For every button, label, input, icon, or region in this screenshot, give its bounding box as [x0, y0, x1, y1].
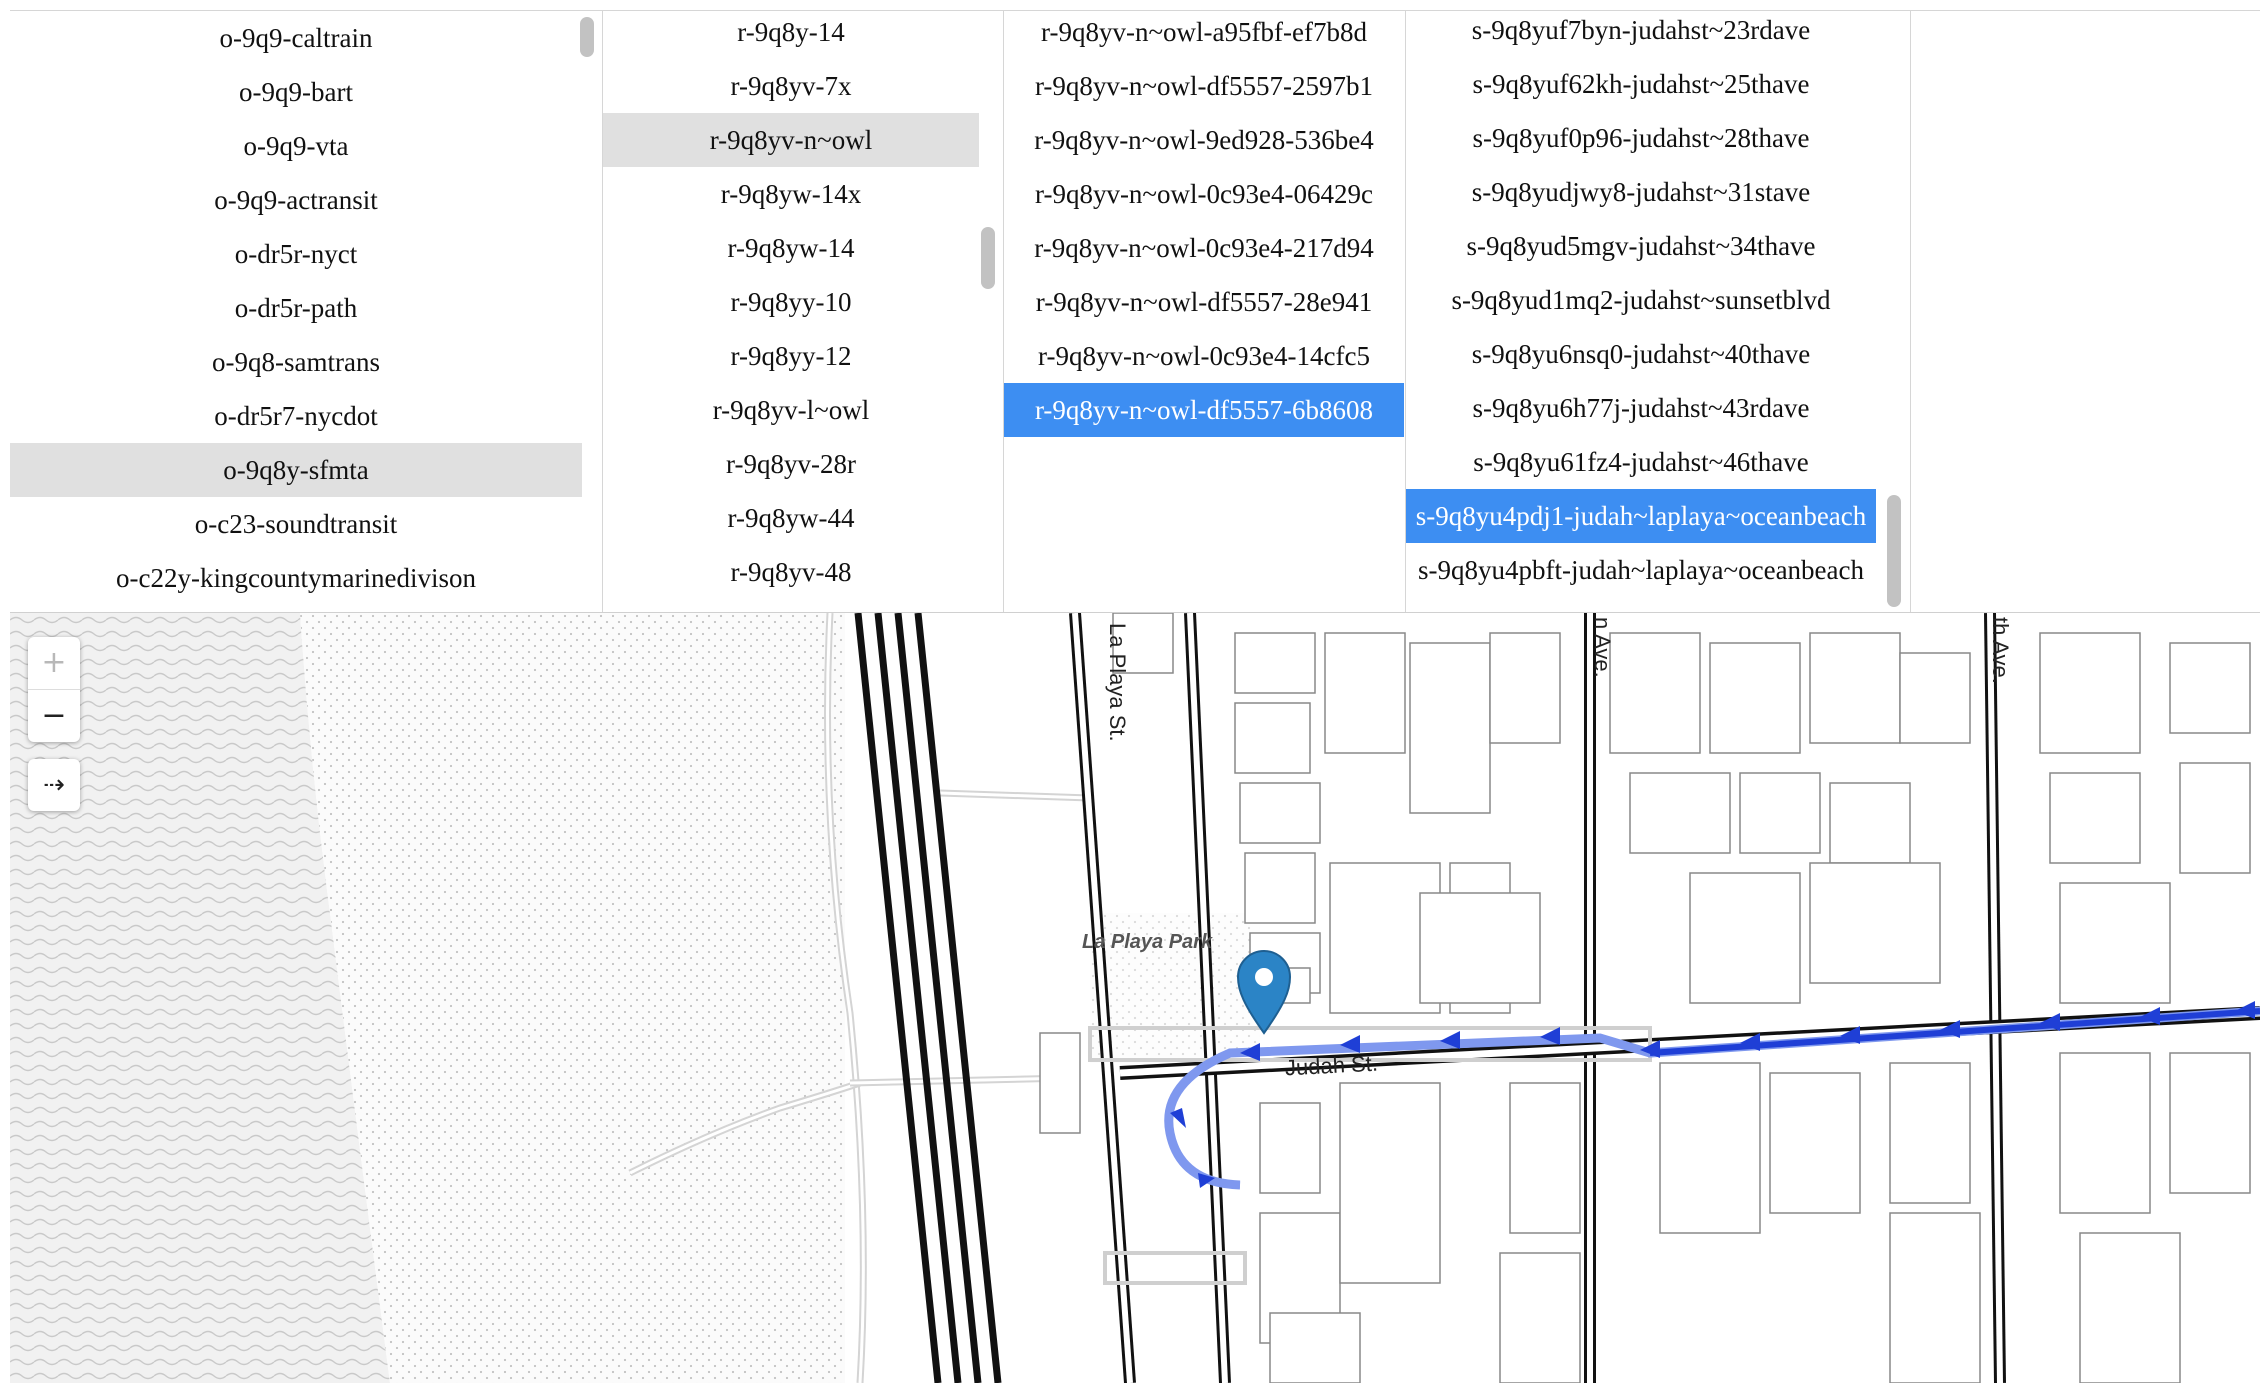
operators-item[interactable]: o-9q9-vta — [10, 119, 582, 173]
route-stop-patterns-item[interactable]: r-9q8yv-n~owl-0c93e4-14cfc5 — [1004, 329, 1404, 383]
routes-item[interactable]: r-9q8yv-28r — [603, 437, 979, 491]
stops-item[interactable]: s-9q8yudjwy8-judahst~31stave — [1406, 165, 1876, 219]
operators-item[interactable]: o-dr5r-path — [10, 281, 582, 335]
operators-item[interactable]: o-dr5r7-nycdot — [10, 389, 582, 443]
route-stop-patterns-item[interactable]: r-9q8yv-n~owl-df5557-6b8608 — [1004, 383, 1404, 437]
stops-item[interactable]: s-9q8yu4pdj1-judah~laplaya~oceanbeach — [1406, 489, 1876, 543]
stops-item[interactable]: s-9q8yuf62kh-judahst~25thave — [1406, 57, 1876, 111]
routes-item[interactable]: r-9q8yw-14 — [603, 221, 979, 275]
route-toggle-button[interactable]: ⇢ — [28, 759, 80, 811]
routes-item[interactable]: r-9q8yy-10 — [603, 275, 979, 329]
stops-item[interactable]: s-9q8yu4pbft-judah~laplaya~oceanbeach — [1406, 543, 1876, 597]
la-playa-street-label: La Playa St. — [1105, 623, 1130, 742]
operators-item[interactable]: o-9q8-samtrans — [10, 335, 582, 389]
operators-item[interactable]: o-9q9-bart — [10, 65, 582, 119]
zoom-in-button[interactable]: + — [28, 637, 80, 689]
zoom-out-button[interactable]: − — [28, 689, 80, 742]
routes-item[interactable]: r-9q8yv-48 — [603, 545, 979, 599]
column-browser: o-9q9-caltrain o-9q9-bart o-9q9-vta o-9q9-a… — [10, 10, 2260, 613]
operators-item[interactable]: o-9q9-actransit — [10, 173, 582, 227]
route-toggle-control: ⇢ — [28, 759, 80, 811]
routes-item[interactable]: r-9q8yv-7x — [603, 59, 979, 113]
routes-item[interactable]: r-9q8yv-l~owl — [603, 383, 979, 437]
stops-item[interactable]: s-9q8yu61fz4-judahst~46thave — [1406, 435, 1876, 489]
routes-item[interactable]: r-9q8y-14 — [603, 11, 979, 59]
routes-item[interactable]: r-9q8yy-12 — [603, 329, 979, 383]
route-stop-patterns-item[interactable]: r-9q8yv-n~owl-0c93e4-217d94 — [1004, 221, 1404, 275]
stops-column: s-9q8yuf7byn-judahst~23rdave s-9q8yuf62kh… — [1406, 11, 1876, 613]
stops-scrollbar[interactable] — [1887, 495, 1901, 607]
operators-item[interactable]: o-dr5r-nyct — [10, 227, 582, 281]
operators-item[interactable]: o-9q8y-sfmta — [10, 443, 582, 497]
routes-scrollbar[interactable] — [981, 227, 995, 289]
zoom-control: + − — [28, 637, 80, 742]
map-view[interactable]: La Playa Park Judah St. La Playa St. n A… — [10, 612, 2260, 1383]
stops-item[interactable]: s-9q8yuf7byn-judahst~23rdave — [1406, 11, 1876, 57]
routes-item[interactable]: r-9q8yw-44 — [603, 491, 979, 545]
park-label: La Playa Park — [1082, 931, 1213, 953]
avenue-label-b: th Ave. — [1988, 617, 2013, 684]
stops-item[interactable]: s-9q8yuf0p96-judahst~28thave — [1406, 111, 1876, 165]
route-stop-patterns-item[interactable]: r-9q8yv-n~owl-df5557-28e941 — [1004, 275, 1404, 329]
stops-item[interactable]: s-9q8yu6h77j-judahst~43rdave — [1406, 381, 1876, 435]
routes-column: r-9q8y-14 r-9q8yv-7x r-9q8yv-n~owl r-9q8yw-… — [603, 11, 979, 613]
routes-item[interactable]: r-9q8yw-14x — [603, 167, 979, 221]
operators-scrollbar[interactable] — [580, 17, 594, 57]
operators-column: o-9q9-caltrain o-9q9-bart o-9q9-vta o-9q9-a… — [10, 11, 582, 613]
route-stop-patterns-column: r-9q8yv-n~owl-a95fbf-ef7b8d r-9q8yv-n~owl… — [1004, 11, 1404, 613]
route-stop-patterns-item[interactable]: r-9q8yv-n~owl-9ed928-536be4 — [1004, 113, 1404, 167]
beach-area — [300, 613, 845, 1383]
route-stop-patterns-item[interactable]: r-9q8yv-n~owl-0c93e4-06429c — [1004, 167, 1404, 221]
stops-item[interactable]: s-9q8yud1mq2-judahst~sunsetblvd — [1406, 273, 1876, 327]
operators-item[interactable]: o-c23-soundtransit — [10, 497, 582, 551]
judah-street-label: Judah St. — [1284, 1050, 1379, 1081]
route-stop-patterns-item[interactable]: r-9q8yv-n~owl-df5557-2597b1 — [1004, 59, 1404, 113]
stops-item[interactable]: s-9q8yu6nsq0-judahst~40thave — [1406, 327, 1876, 381]
routes-item[interactable]: r-9q8yv-n~owl — [603, 113, 979, 167]
great-highway — [854, 613, 1002, 1383]
avenue-label-a: n Ave. — [1590, 617, 1615, 678]
stops-item[interactable]: s-9q8yud5mgv-judahst~34thave — [1406, 219, 1876, 273]
operators-item[interactable]: o-c22y-kingcountymarinedivison — [10, 551, 582, 605]
map-canvas[interactable] — [10, 613, 2260, 1383]
route-stop-patterns-item[interactable]: r-9q8yv-n~owl-a95fbf-ef7b8d — [1004, 11, 1404, 59]
operators-item[interactable]: o-9q9-caltrain — [10, 11, 582, 65]
